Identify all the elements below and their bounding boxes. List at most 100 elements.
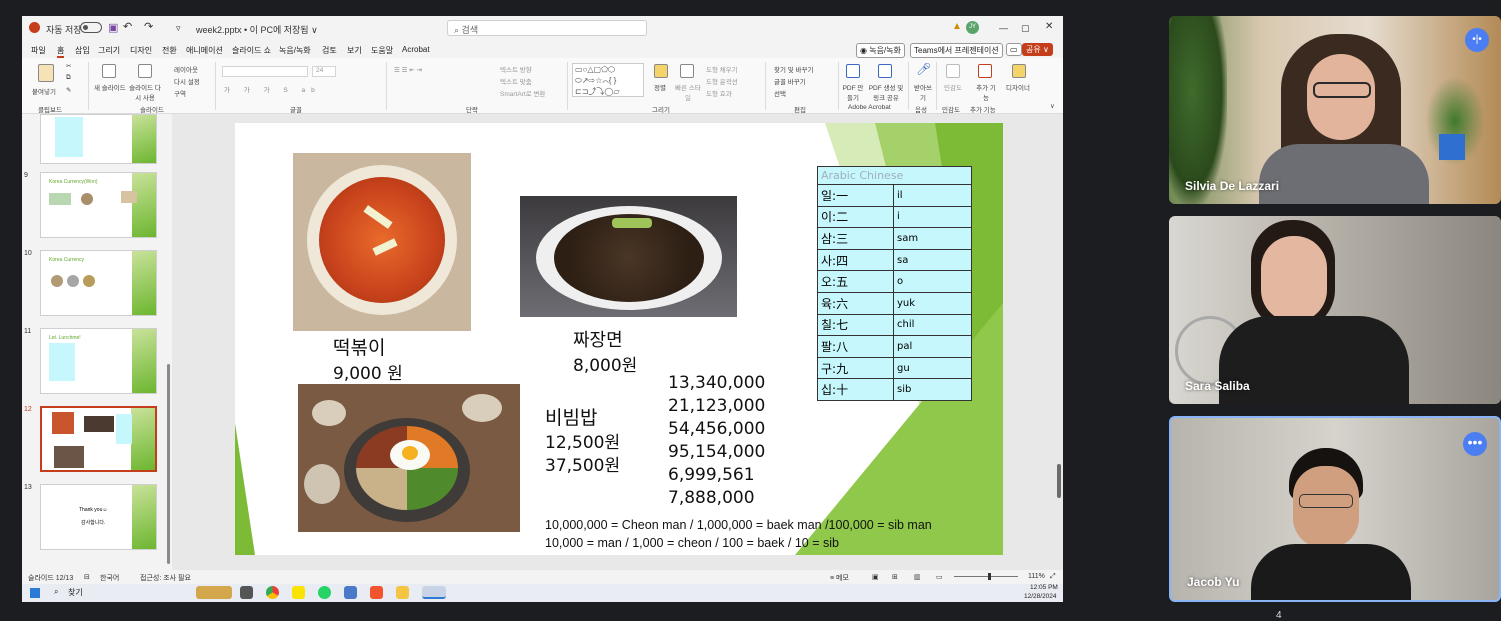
more-options-button[interactable]: •••: [1463, 432, 1487, 456]
chrome-icon[interactable]: [266, 586, 279, 599]
copy-icon[interactable]: ⧉: [66, 74, 71, 82]
clock-time[interactable]: 12:05 PM: [1030, 584, 1058, 591]
menu-home[interactable]: 홈: [57, 45, 65, 58]
pdf-share-icon[interactable]: [878, 64, 892, 78]
zoom-slider[interactable]: [954, 576, 1018, 577]
font-name-dropdown[interactable]: [222, 66, 308, 77]
pdf-create-icon[interactable]: [846, 64, 860, 78]
task-view-icon[interactable]: [240, 586, 253, 599]
save-icon[interactable]: ▣: [108, 21, 118, 34]
store-icon[interactable]: [344, 586, 357, 599]
slide-thumbnail-12-selected[interactable]: [40, 406, 157, 472]
participant-tile-1[interactable]: •|• Silvia De Lazzari: [1169, 16, 1501, 204]
shape-outline-button[interactable]: 도형 윤곽선: [706, 76, 738, 86]
brave-icon[interactable]: [370, 586, 383, 599]
smartart-button[interactable]: SmartArt로 변환: [500, 88, 545, 98]
shape-effects-button[interactable]: 도형 효과: [706, 88, 732, 98]
pdf-create-button[interactable]: PDF 만들기: [840, 82, 866, 102]
dictate-button[interactable]: 받아쓰기: [912, 82, 934, 102]
designer-button[interactable]: 디자이너: [1006, 82, 1030, 92]
addins-button[interactable]: 추가 기능: [976, 82, 996, 102]
shapes-gallery[interactable]: ▭○△▢⬠⬡ ⬭↗⇨☆⌒{ } ⊏⊐⤴⤵◯▱: [572, 63, 644, 97]
font-format-icons[interactable]: 가 가 가 S ab: [224, 84, 321, 94]
whatsapp-icon[interactable]: [318, 586, 331, 599]
taskbar-search-icon[interactable]: ⌕: [54, 587, 58, 597]
language-indicator[interactable]: 한국어: [100, 573, 119, 583]
paste-icon[interactable]: [38, 64, 54, 82]
teams-present-button[interactable]: Teams에서 프레젠테이션: [910, 43, 1003, 58]
file-explorer-icon[interactable]: [396, 586, 409, 599]
warning-icon[interactable]: ▲: [952, 21, 962, 32]
layout-button[interactable]: 레이아웃: [174, 64, 198, 74]
customize-quick-access-icon[interactable]: ▿: [176, 23, 181, 34]
font-size-dropdown[interactable]: 24: [312, 66, 336, 77]
canvas-scrollbar[interactable]: [1057, 464, 1061, 498]
menu-animations[interactable]: 애니메이션: [186, 45, 223, 56]
menu-insert[interactable]: 삽입: [75, 45, 90, 56]
powerpoint-taskbar-icon[interactable]: [422, 586, 446, 599]
record-button[interactable]: ◉ 녹음/녹화: [856, 43, 905, 58]
reuse-slide-button[interactable]: 슬라이드 다시 사용: [128, 82, 162, 102]
menu-file[interactable]: 파일: [31, 45, 46, 56]
share-button[interactable]: 공유 ∨: [1022, 43, 1053, 56]
file-title[interactable]: week2.pptx • 이 PC에 저장됨 ∨: [196, 23, 318, 36]
quick-styles-button[interactable]: 빠른 스타일: [674, 82, 702, 102]
paste-button[interactable]: 붙여넣기: [32, 86, 56, 96]
shape-fill-button[interactable]: 도형 채우기: [706, 64, 738, 74]
cut-icon[interactable]: ✂: [66, 62, 71, 70]
minimize-icon[interactable]: —: [999, 23, 1008, 33]
sensitivity-button[interactable]: 민감도: [944, 82, 962, 92]
zoom-slider-thumb[interactable]: [988, 573, 991, 580]
slide-sorter-icon[interactable]: ⊞: [892, 573, 898, 581]
menu-acrobat[interactable]: Acrobat: [402, 45, 430, 54]
comments-icon[interactable]: ▭: [1006, 43, 1022, 56]
collapse-ribbon-icon[interactable]: ∨: [1050, 102, 1055, 110]
spellcheck-icon[interactable]: ⊟: [84, 573, 90, 581]
sensitivity-icon[interactable]: [946, 64, 960, 78]
redo-icon[interactable]: ↷: [144, 20, 153, 33]
menu-view[interactable]: 보기: [347, 45, 362, 56]
find-replace-button[interactable]: 찾기 및 바꾸기: [774, 64, 814, 74]
taskbar-search[interactable]: 찾기: [68, 587, 83, 598]
autosave-toggle[interactable]: [80, 22, 102, 33]
arrange-icon[interactable]: [654, 64, 668, 78]
slideshow-icon[interactable]: ▭: [936, 573, 943, 581]
new-slide-button[interactable]: 새 슬라이드: [94, 82, 126, 92]
text-direction-button[interactable]: 텍스트 방향: [500, 64, 532, 74]
quick-styles-icon[interactable]: [680, 64, 694, 78]
select-button[interactable]: 선택: [774, 88, 786, 98]
slide-thumbnail-10[interactable]: Korea Currency: [40, 250, 157, 316]
menu-help[interactable]: 도움말: [371, 45, 393, 56]
new-slide-icon[interactable]: [102, 64, 116, 78]
maximize-icon[interactable]: ▢: [1021, 23, 1030, 34]
menu-design[interactable]: 디자인: [130, 45, 152, 56]
widget-icon[interactable]: [196, 586, 232, 599]
thumbnail-scrollbar[interactable]: [167, 364, 170, 564]
zoom-level[interactable]: 111%: [1028, 573, 1045, 580]
bullets-icon[interactable]: ☰ ☰ ⇤ ⇥: [394, 66, 422, 74]
arrange-button[interactable]: 정렬: [654, 82, 666, 92]
format-painter-icon[interactable]: ✎: [66, 86, 71, 94]
menu-review[interactable]: 검토: [322, 45, 337, 56]
close-icon[interactable]: ✕: [1045, 21, 1053, 32]
fit-slide-icon[interactable]: ⤢: [1050, 573, 1056, 581]
participant-overflow-count[interactable]: 4: [1276, 610, 1282, 621]
undo-icon[interactable]: ↶: [123, 20, 132, 33]
slide-thumbnail-9[interactable]: Korea Currency(Won): [40, 172, 157, 238]
section-button[interactable]: 구역: [174, 88, 186, 98]
replace-font-button[interactable]: 글꼴 바꾸기: [774, 76, 806, 86]
clock-date[interactable]: 12/28/2024: [1024, 593, 1057, 600]
reset-button[interactable]: 다시 설정: [174, 76, 200, 86]
pdf-share-button[interactable]: PDF 생성 및 링크 공유: [868, 82, 904, 102]
addins-icon[interactable]: [978, 64, 992, 78]
search-input[interactable]: ⌕ 검색: [447, 20, 647, 36]
windows-start-icon[interactable]: [30, 588, 40, 598]
slide-thumbnail-11[interactable]: Let. Lunchme!: [40, 328, 157, 394]
accessibility-status[interactable]: 접근성: 조사 필요: [140, 573, 191, 583]
avatar[interactable]: JY: [966, 21, 979, 34]
menu-slideshow[interactable]: 슬라이드 쇼: [232, 45, 271, 56]
participant-tile-2[interactable]: Sara Saliba: [1169, 216, 1501, 404]
reading-view-icon[interactable]: ▥: [914, 573, 921, 581]
menu-transitions[interactable]: 전환: [162, 45, 177, 56]
slide-thumbnail-13[interactable]: Thank you☺ 감사합니다.: [40, 484, 157, 550]
